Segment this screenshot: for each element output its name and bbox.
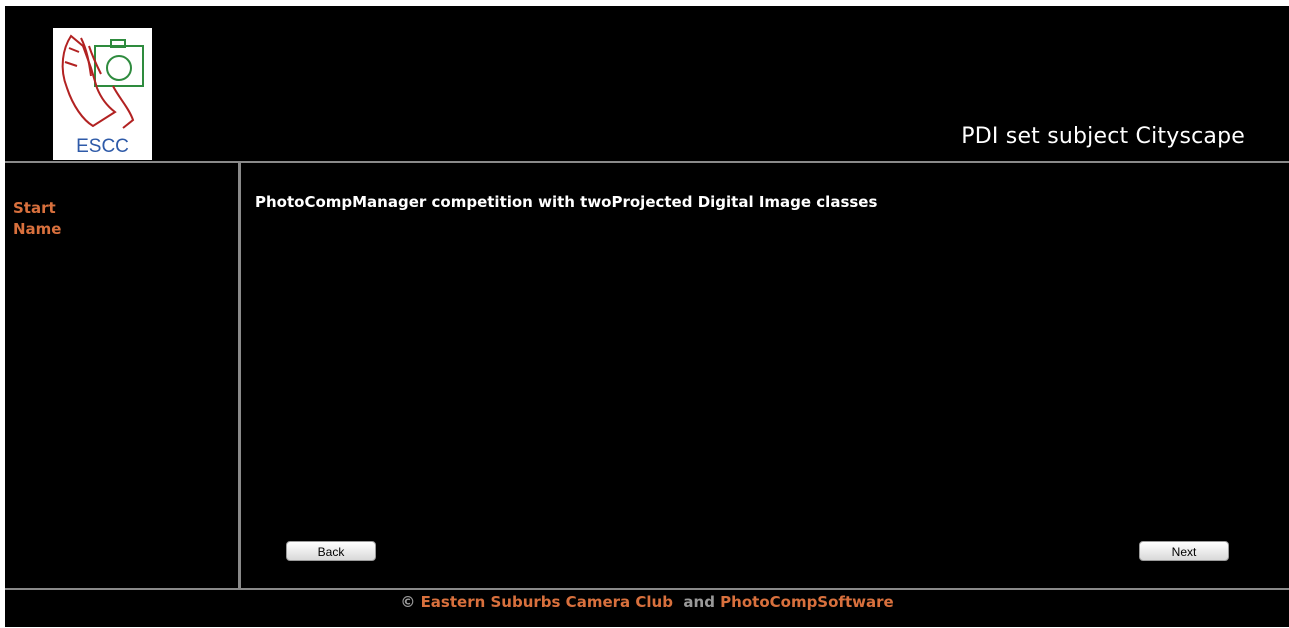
camera-hands-icon xyxy=(61,34,144,129)
competition-description: PhotoCompManager competition with twoPro… xyxy=(255,193,878,211)
sidebar-item-name[interactable]: Name xyxy=(13,220,61,238)
main-content: PhotoCompManager competition with twoPro… xyxy=(241,163,1289,588)
next-button[interactable]: Next xyxy=(1139,541,1229,561)
page-title: PDI set subject Cityscape xyxy=(961,124,1245,149)
club-logo[interactable]: ESCC xyxy=(53,28,152,160)
footer-and: and xyxy=(683,593,715,611)
header: ESCC PDI set subject Cityscape xyxy=(5,6,1289,161)
logo-text: ESCC xyxy=(76,136,129,157)
sidebar: Start Name xyxy=(5,163,238,588)
software-link[interactable]: PhotoCompSoftware xyxy=(720,593,894,611)
back-button[interactable]: Back xyxy=(286,541,376,561)
club-link[interactable]: Eastern Suburbs Camera Club xyxy=(421,593,673,611)
footer: © Eastern Suburbs Camera Club and PhotoC… xyxy=(5,590,1289,627)
copyright-symbol: © xyxy=(400,593,416,611)
page-frame: ESCC PDI set subject Cityscape Start Nam… xyxy=(5,6,1289,627)
sidebar-item-start[interactable]: Start xyxy=(13,199,56,217)
